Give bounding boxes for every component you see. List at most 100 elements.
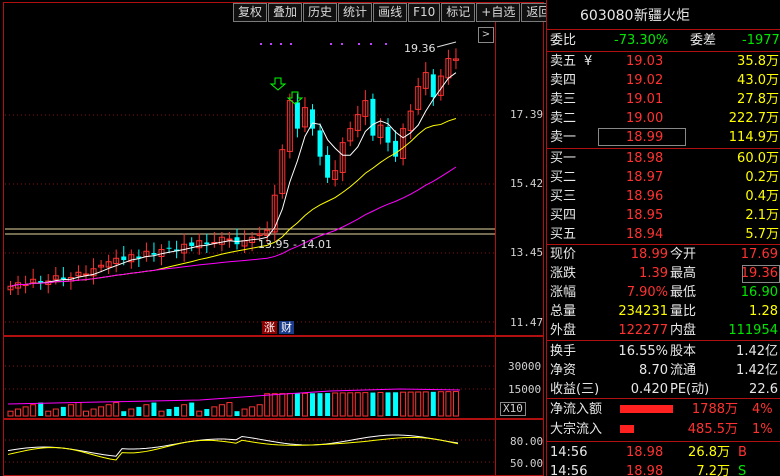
- bid-volume: 0.2万: [745, 170, 779, 185]
- ask-row[interactable]: 卖二 19.00 222.7万: [546, 109, 780, 128]
- fund-flow-value: 1788万: [691, 402, 738, 417]
- quote-label: 总量: [550, 304, 577, 319]
- volume-bar: [45, 410, 52, 417]
- price-tick-label: 15.42: [510, 177, 544, 190]
- bid-label: 买三: [550, 189, 577, 204]
- quote-label: 今开: [670, 247, 697, 262]
- fund-flow-label: 净流入额: [550, 402, 603, 417]
- kline-chart-area[interactable]: 复权 叠加 历史 统计 画线 F10 标记 +自选 返回 > 17.39 15.42 13.45…: [0, 0, 556, 476]
- event-dot: [341, 43, 343, 45]
- quote-value: 16.90: [740, 285, 778, 300]
- tick-row: 14:56 18.98 26.8万 B: [546, 443, 780, 462]
- indicator-line: [7, 436, 459, 461]
- tag-zhang[interactable]: 涨: [262, 321, 277, 334]
- fundamental-row: 收益(三) 0.420 PE(动) 22.6: [546, 380, 780, 399]
- volume-bar: [166, 409, 172, 416]
- ask-price: 19.02: [626, 73, 664, 88]
- volume-ma-line: [7, 388, 461, 405]
- fund-flow-bar: [620, 405, 673, 413]
- volume-bar: [286, 393, 293, 417]
- fundamental-label: 换手: [550, 344, 577, 359]
- tick-time: 14:56: [550, 445, 588, 460]
- volume-bar: [415, 391, 422, 417]
- tick-time: 14:56: [550, 464, 588, 476]
- candle-body: [151, 253, 157, 255]
- tick-side: B: [738, 445, 747, 460]
- ask-label: 卖五: [550, 54, 577, 69]
- bid-row[interactable]: 买四 18.95 2.1万: [546, 206, 780, 225]
- quote-row: 总量 234231 量比 1.28: [546, 302, 780, 321]
- volume-bar: [158, 410, 165, 417]
- quote-value: 18.99: [630, 247, 668, 262]
- volume-bar: [347, 392, 354, 417]
- volume-bar: [325, 393, 331, 416]
- ask-label: 卖四: [550, 73, 577, 88]
- bid-row[interactable]: 买一 18.98 60.0万: [546, 149, 780, 168]
- event-dot: [370, 43, 372, 45]
- volume-bar: [211, 406, 218, 417]
- weibi-value: -73.30%: [614, 33, 669, 48]
- volume-bar: [204, 409, 210, 416]
- bid-volume: 5.7万: [745, 227, 779, 242]
- candle-body: [189, 242, 195, 246]
- quote-value: 1.28: [749, 304, 778, 319]
- volume-bar: [75, 402, 82, 417]
- bid-price: 18.98: [626, 151, 664, 166]
- volume-tick-label: 30000: [508, 360, 542, 373]
- bid-label: 买二: [550, 170, 577, 185]
- quote-value: 7.90%: [626, 285, 668, 300]
- bid-row[interactable]: 买二 18.97 0.2万: [546, 168, 780, 187]
- volume-bar: [151, 402, 157, 416]
- volume-bar: [264, 393, 271, 417]
- volume-bar: [38, 402, 44, 416]
- tag-cai[interactable]: 财: [279, 321, 294, 334]
- bid-volume: 0.4万: [745, 189, 779, 204]
- volume-bar: [362, 392, 369, 417]
- fundamental-value: 1.42亿: [736, 363, 778, 378]
- tick-side: S: [738, 464, 747, 476]
- candle-body: [83, 273, 89, 276]
- ask-row[interactable]: 卖四 19.02 43.0万: [546, 71, 780, 90]
- volume-bar: [377, 391, 384, 417]
- bid-row[interactable]: 买五 18.94 5.7万: [546, 225, 780, 244]
- fund-flow-row: 净流入额 1788万 4%: [546, 400, 780, 419]
- quote-value: 1.39: [639, 266, 668, 281]
- event-dot: [358, 43, 360, 45]
- volume-bar: [279, 393, 286, 417]
- tick-price: 18.98: [626, 445, 664, 460]
- quote-label: 外盘: [550, 323, 577, 338]
- quote-row: 涨幅 7.90% 最低 16.90: [546, 283, 780, 302]
- volume-bar: [22, 406, 29, 417]
- candle-body: [60, 277, 66, 280]
- volume-bar: [196, 410, 203, 417]
- high-value-highlight: [742, 265, 780, 283]
- volume-bar: [370, 392, 376, 416]
- price-tick-label: 11.47: [510, 316, 544, 329]
- ask-row[interactable]: 卖五 ¥19.03 35.8万: [546, 52, 780, 71]
- fundamental-row: 净资 8.70 流通 1.42亿: [546, 361, 780, 380]
- candle-body: [385, 126, 391, 143]
- volume-bar: [174, 406, 180, 416]
- ask-row[interactable]: 卖三 19.01 27.8万: [546, 90, 780, 109]
- volume-bar: [60, 406, 66, 416]
- volume-bar: [189, 402, 195, 416]
- volume-bar: [218, 404, 225, 417]
- event-dot: [290, 43, 292, 45]
- price-tick-label: 13.45: [510, 246, 544, 259]
- volume-bar: [422, 391, 429, 417]
- volume-bar: [310, 393, 315, 416]
- volume-bar: [249, 406, 256, 417]
- volume-bar: [332, 392, 339, 417]
- fundamental-label: PE(动): [670, 382, 710, 397]
- weicha-value: -1977: [742, 33, 780, 48]
- ask-mark: ¥: [584, 54, 593, 69]
- bid-volume: 60.0万: [737, 151, 779, 166]
- candle-body: [430, 74, 436, 98]
- fundamental-value: 22.6: [749, 382, 778, 397]
- moving-average-line: [10, 166, 457, 287]
- bid-row[interactable]: 买三 18.96 0.4万: [546, 187, 780, 206]
- ask-volume: 43.0万: [737, 73, 779, 88]
- ask-label: 卖三: [550, 92, 577, 107]
- bid-price: 18.95: [626, 208, 664, 223]
- event-dot: [330, 43, 332, 45]
